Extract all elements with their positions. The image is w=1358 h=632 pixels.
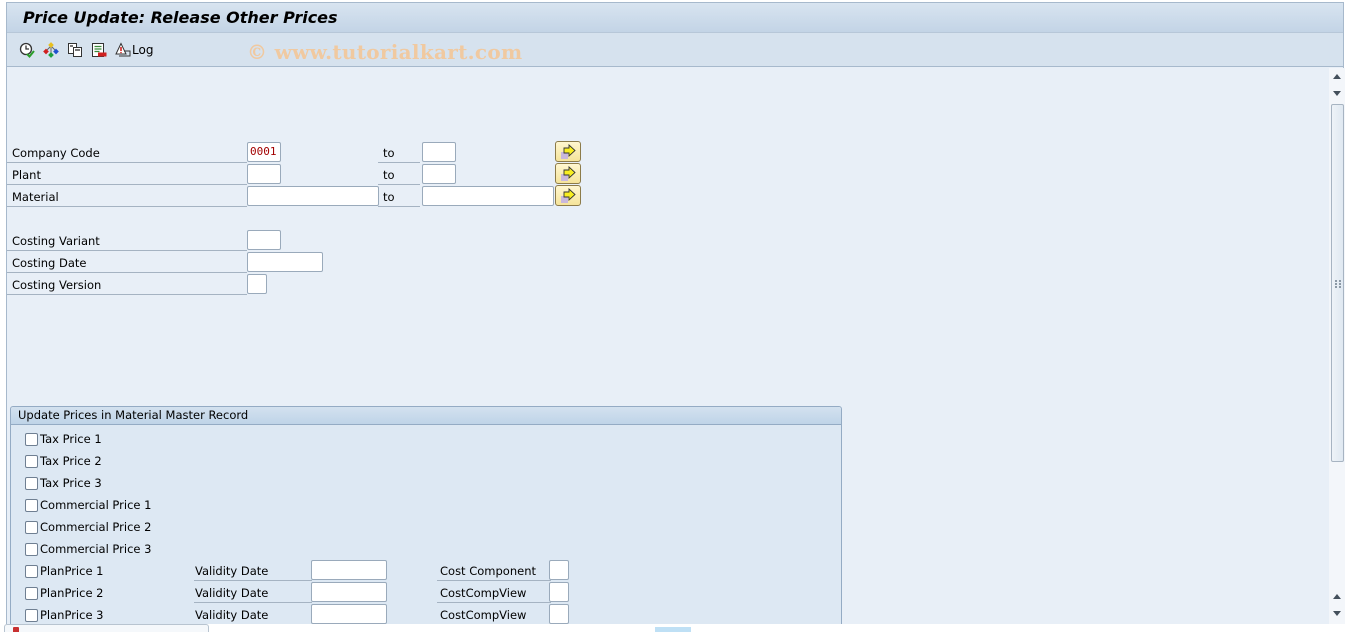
plant-to-label: to	[378, 165, 420, 185]
log-label: Log	[132, 43, 154, 57]
log-button[interactable]: Log	[115, 41, 153, 59]
grip-icon	[1335, 280, 1341, 288]
validity-date-input-3[interactable]	[311, 604, 387, 624]
plant-to-input[interactable]	[422, 164, 456, 184]
multiple-selection-arrow-icon	[561, 188, 576, 203]
clock-check-icon	[19, 42, 35, 58]
validity-date-input-2[interactable]	[311, 582, 387, 602]
scroll-up-button[interactable]	[1331, 70, 1343, 84]
costing-date-label: Costing Date	[7, 253, 247, 273]
multiple-selection-arrow-icon	[561, 144, 576, 159]
material-from-input[interactable]	[247, 186, 379, 206]
cost-comp-view-input-2[interactable]	[549, 582, 569, 602]
checkbox-label: Tax Price 1	[40, 432, 102, 446]
checkbox-label: Tax Price 3	[40, 476, 102, 490]
checkbox-label: PlanPrice 2	[40, 586, 104, 600]
validity-date-label-1: Validity Date	[194, 561, 312, 581]
tax-price-3-checkbox[interactable]: Tax Price 3	[25, 474, 102, 492]
checkbox-label: Commercial Price 2	[40, 520, 152, 534]
selection-screen: Company Code 0001 to Plant to Material t…	[7, 68, 1329, 624]
costing-variant-label: Costing Variant	[7, 231, 247, 251]
company-code-from-input[interactable]: 0001	[247, 142, 281, 162]
cost-comp-view-label-2: CostCompView	[437, 583, 551, 603]
group-title: Update Prices in Material Master Record	[11, 407, 841, 425]
checkbox-label: PlanPrice 1	[40, 564, 104, 578]
material-multiple-selection-button[interactable]	[555, 185, 581, 206]
triangle-down-icon	[1333, 91, 1341, 96]
checkbox-box[interactable]	[25, 454, 38, 468]
costing-variant-input[interactable]	[247, 230, 281, 250]
material-to-label: to	[378, 187, 420, 207]
plan-price-2-checkbox[interactable]: PlanPrice 2	[25, 584, 104, 602]
title-bar: Price Update: Release Other Prices	[7, 2, 1343, 33]
scroll-down-button[interactable]	[1331, 86, 1343, 100]
checkbox-box[interactable]	[25, 476, 38, 490]
triangle-up-icon	[1333, 594, 1341, 599]
update-prices-group: Update Prices in Material Master Record …	[10, 406, 842, 624]
checkbox-box[interactable]	[25, 586, 38, 600]
vertical-scrollbar[interactable]	[1329, 68, 1345, 624]
warning-log-icon	[115, 42, 131, 57]
material-to-input[interactable]	[422, 186, 554, 206]
checkbox-label: Tax Price 2	[40, 454, 102, 468]
costing-date-input[interactable]	[247, 252, 323, 272]
commercial-price-3-checkbox[interactable]: Commercial Price 3	[25, 540, 151, 558]
checkbox-box[interactable]	[25, 542, 38, 556]
triangle-down-icon	[1333, 611, 1341, 616]
application-toolbar: Log © www.tutorialkart.com	[7, 33, 1343, 67]
variants-button[interactable]	[43, 41, 59, 59]
commercial-price-2-checkbox[interactable]: Commercial Price 2	[25, 518, 151, 536]
checkbox-box[interactable]	[25, 432, 38, 446]
cost-component-label: Cost Component	[437, 561, 551, 581]
triangle-up-icon	[1333, 74, 1341, 79]
checkbox-box[interactable]	[25, 608, 38, 622]
get-variant-button[interactable]	[67, 41, 83, 59]
plant-label: Plant	[7, 165, 247, 185]
plan-price-3-checkbox[interactable]: PlanPrice 3	[25, 606, 104, 624]
list-delete-icon	[92, 43, 107, 57]
watermark: © www.tutorialkart.com	[247, 40, 523, 64]
validity-date-label-2: Validity Date	[194, 583, 312, 603]
tax-price-1-checkbox[interactable]: Tax Price 1	[25, 430, 102, 448]
checkbox-label: Commercial Price 1	[40, 498, 152, 512]
sap-window: Price Update: Release Other Prices Log ©…	[6, 2, 1345, 632]
cost-comp-view-input-3[interactable]	[549, 604, 569, 624]
material-label: Material	[7, 187, 247, 207]
status-indicator	[655, 627, 691, 632]
company-code-label: Company Code	[7, 143, 247, 163]
multiple-selection-arrow-icon	[561, 166, 576, 181]
checkbox-box[interactable]	[25, 520, 38, 534]
checkbox-box[interactable]	[25, 498, 38, 512]
plant-from-input[interactable]	[247, 164, 281, 184]
selection-screen-button[interactable]	[91, 41, 107, 59]
status-icon	[13, 627, 19, 632]
checkbox-label: PlanPrice 3	[40, 608, 104, 622]
plant-multiple-selection-button[interactable]	[555, 163, 581, 184]
cost-component-input[interactable]	[549, 560, 569, 580]
company-code-to-label: to	[378, 143, 420, 163]
cost-comp-view-label-3: CostCompView	[437, 605, 551, 624]
copy-pages-icon	[68, 43, 82, 57]
page-title: Price Update: Release Other Prices	[23, 8, 338, 27]
company-code-multiple-selection-button[interactable]	[555, 141, 581, 162]
costing-version-input[interactable]	[247, 274, 267, 294]
costing-version-label: Costing Version	[7, 275, 247, 295]
scroll-down-button-bottom[interactable]	[1331, 606, 1343, 620]
scroll-up-button-bottom[interactable]	[1331, 590, 1343, 604]
status-message-area	[4, 624, 209, 632]
plan-price-1-checkbox[interactable]: PlanPrice 1	[25, 562, 104, 580]
company-code-to-input[interactable]	[422, 142, 456, 162]
checkbox-label: Commercial Price 3	[40, 542, 152, 556]
validity-date-label-3: Validity Date	[194, 605, 312, 624]
validity-date-input-1[interactable]	[311, 560, 387, 580]
execute-button[interactable]	[19, 41, 35, 59]
hierarchy-icon	[43, 42, 59, 58]
status-bar	[0, 624, 1358, 632]
tax-price-2-checkbox[interactable]: Tax Price 2	[25, 452, 102, 470]
checkbox-box[interactable]	[25, 564, 38, 578]
scroll-thumb[interactable]	[1331, 104, 1344, 462]
commercial-price-1-checkbox[interactable]: Commercial Price 1	[25, 496, 151, 514]
